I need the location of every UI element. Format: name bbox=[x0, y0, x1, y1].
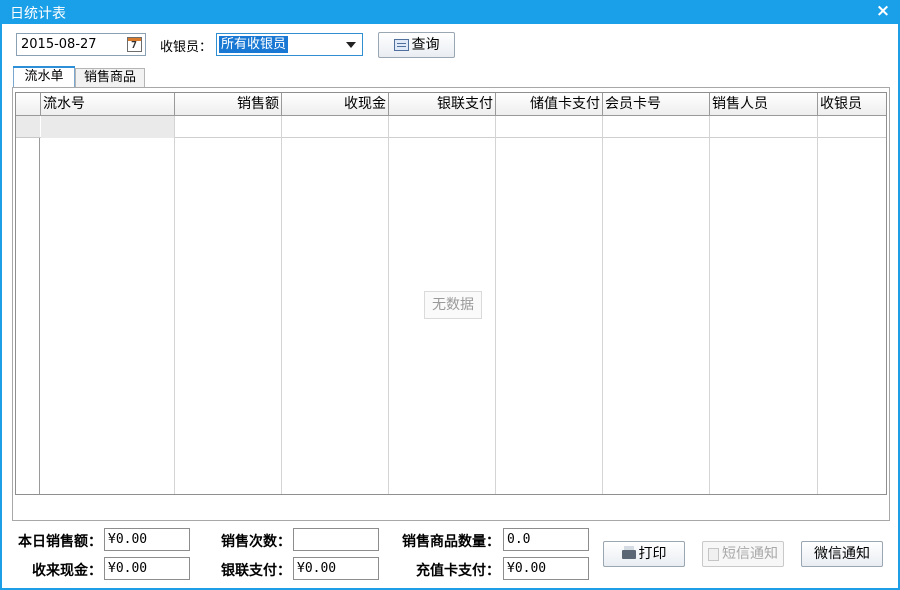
wechat-notify-button[interactable]: 微信通知 bbox=[801, 541, 883, 567]
title-bar[interactable]: 日统计表 × bbox=[0, 0, 900, 24]
grid-header: 流水号 销售额 收现金 银联支付 储值卡支付 会员卡号 销售人员 收银员 bbox=[16, 93, 886, 116]
printer-icon bbox=[621, 545, 636, 559]
column-header-cashier[interactable]: 收银员 bbox=[818, 93, 886, 115]
query-button-label: 查询 bbox=[411, 37, 440, 53]
column-header-stored-card-pay[interactable]: 储值卡支付 bbox=[496, 93, 603, 115]
daily-sales-label: 本日销售额： bbox=[18, 534, 102, 550]
sales-count-label: 销售次数： bbox=[221, 534, 291, 550]
column-divider bbox=[495, 116, 496, 494]
daily-statistics-window: 日统计表 × 2015-08-27 7 收银员： 所有收银员 查询 流水单 销售… bbox=[0, 0, 900, 590]
row-indicator-column bbox=[16, 116, 40, 494]
wechat-button-label: 微信通知 bbox=[814, 546, 870, 562]
calendar-icon[interactable]: 7 bbox=[127, 37, 142, 52]
cashier-label: 收银员： bbox=[160, 40, 213, 55]
unionpay-field[interactable]: ¥0.00 bbox=[293, 557, 379, 580]
sales-count-field[interactable] bbox=[293, 528, 379, 551]
cash-received-field[interactable]: ¥0.00 bbox=[104, 557, 190, 580]
query-icon bbox=[393, 39, 409, 51]
close-icon[interactable]: × bbox=[874, 1, 892, 21]
sms-notify-button[interactable]: 短信通知 bbox=[702, 541, 784, 567]
column-header-sales-amount[interactable]: 销售额 bbox=[175, 93, 282, 115]
date-value: 2015-08-27 bbox=[21, 37, 97, 52]
column-header-salesperson[interactable]: 销售人员 bbox=[710, 93, 818, 115]
empty-state-label: 无数据 bbox=[424, 291, 482, 319]
row-indicator-current bbox=[16, 116, 40, 138]
item-quantity-label: 销售商品数量： bbox=[402, 534, 500, 550]
tab-transaction-list[interactable]: 流水单 bbox=[13, 66, 75, 87]
item-quantity-field[interactable]: 0.0 bbox=[503, 528, 589, 551]
column-divider bbox=[709, 116, 710, 494]
cashier-selected-value: 所有收银员 bbox=[219, 36, 289, 53]
row-header-corner bbox=[16, 93, 41, 115]
query-button[interactable]: 查询 bbox=[378, 32, 455, 58]
window-content: 2015-08-27 7 收银员： 所有收银员 查询 流水单 销售商品 流水号 … bbox=[2, 24, 898, 588]
print-button[interactable]: 打印 bbox=[603, 541, 685, 567]
unionpay-label: 银联支付： bbox=[221, 563, 291, 579]
daily-sales-field[interactable]: ¥0.00 bbox=[104, 528, 190, 551]
sms-button-label: 短信通知 bbox=[722, 546, 778, 562]
column-header-cash[interactable]: 收现金 bbox=[282, 93, 389, 115]
tab-panel: 流水号 销售额 收现金 银联支付 储值卡支付 会员卡号 销售人员 收银员 无数据 bbox=[12, 87, 890, 521]
column-header-serial-no[interactable]: 流水号 bbox=[41, 93, 175, 115]
card-pay-label: 充值卡支付： bbox=[416, 563, 500, 579]
column-divider bbox=[817, 116, 818, 494]
column-divider bbox=[174, 116, 175, 494]
tab-sold-items[interactable]: 销售商品 bbox=[75, 68, 145, 87]
sms-icon bbox=[708, 547, 719, 561]
cashier-select[interactable]: 所有收银员 bbox=[216, 33, 363, 56]
focused-cell[interactable] bbox=[41, 116, 174, 138]
column-header-unionpay[interactable]: 银联支付 bbox=[389, 93, 496, 115]
column-divider bbox=[388, 116, 389, 494]
column-divider bbox=[602, 116, 603, 494]
window-title: 日统计表 bbox=[10, 6, 66, 22]
column-divider bbox=[281, 116, 282, 494]
transaction-grid[interactable]: 流水号 销售额 收现金 银联支付 储值卡支付 会员卡号 销售人员 收银员 无数据 bbox=[15, 92, 887, 495]
column-header-member-card[interactable]: 会员卡号 bbox=[603, 93, 710, 115]
cash-received-label: 收来现金： bbox=[32, 563, 102, 579]
card-pay-field[interactable]: ¥0.00 bbox=[503, 557, 589, 580]
date-picker-input[interactable]: 2015-08-27 7 bbox=[16, 33, 146, 56]
print-button-label: 打印 bbox=[638, 546, 667, 562]
chevron-down-icon[interactable] bbox=[346, 42, 356, 48]
